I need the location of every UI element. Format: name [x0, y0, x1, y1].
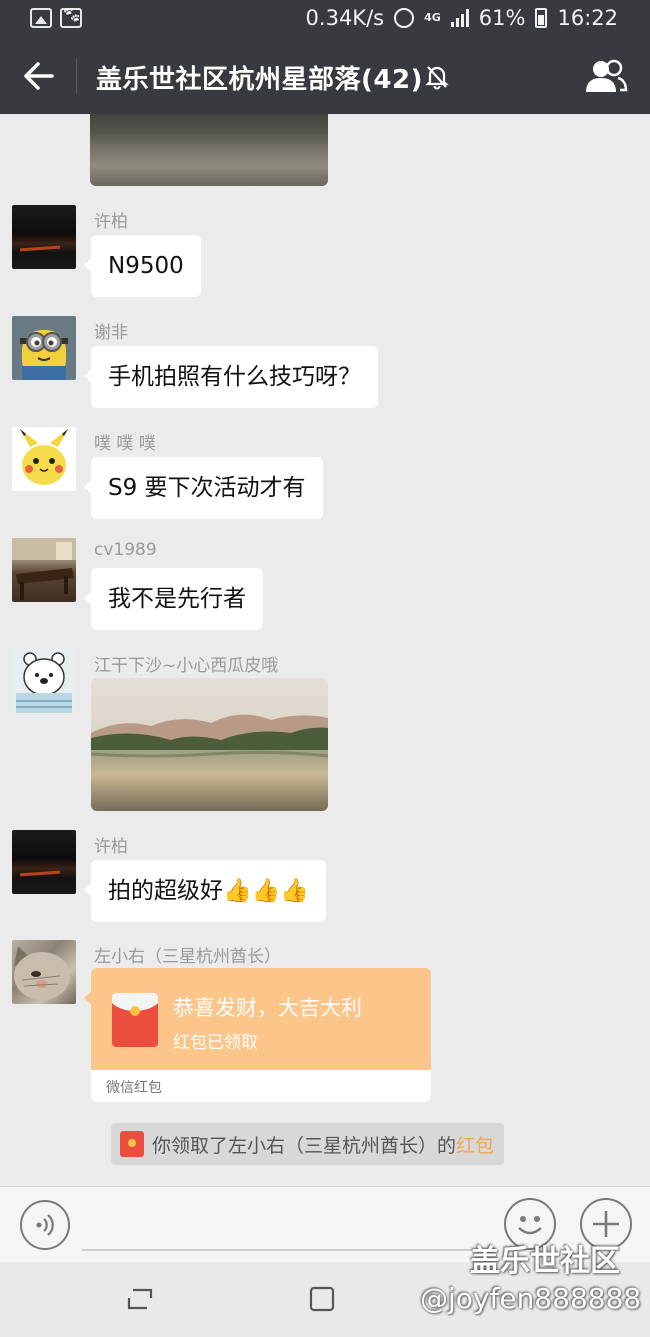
- alarm-icon: [394, 8, 415, 28]
- avatar[interactable]: [12, 649, 76, 713]
- header-divider: [76, 58, 77, 94]
- red-packet-card[interactable]: 恭喜发财，大吉大利 红包已领取 微信红包: [91, 968, 431, 1102]
- gallery-notification-icon: [30, 8, 52, 28]
- sender-name: 谢非: [94, 323, 128, 343]
- red-packet-footer: 微信红包: [106, 1080, 162, 1096]
- net-speed: 0.34K/s: [305, 6, 385, 30]
- sender-name: cv1989: [94, 540, 157, 560]
- voice-input-button[interactable]: [20, 1200, 70, 1250]
- avatar[interactable]: [12, 205, 76, 269]
- battery-icon: [535, 8, 548, 28]
- signal-icon: [450, 9, 469, 27]
- chat-title: 盖乐世社区杭州星部落(42): [96, 65, 423, 95]
- network-type: 4G: [424, 11, 441, 24]
- avatar[interactable]: [12, 830, 76, 894]
- watermark-title: 盖乐世社区: [470, 1244, 620, 1279]
- image-message[interactable]: [91, 678, 328, 811]
- avatar[interactable]: [12, 427, 76, 491]
- home-icon[interactable]: [308, 1285, 336, 1313]
- system-notice: 你领取了左小右（三星杭州酋长）的 红包: [111, 1123, 505, 1165]
- avatar[interactable]: [12, 316, 76, 380]
- sender-name: 江干下沙~小心西瓜皮哦: [94, 656, 279, 676]
- avatar[interactable]: [12, 538, 76, 602]
- clock: 16:22: [557, 6, 618, 30]
- back-arrow-icon[interactable]: [22, 58, 56, 94]
- voice-icon: [36, 1214, 54, 1236]
- message-bubble[interactable]: 我不是先行者: [84, 568, 263, 630]
- red-packet-link[interactable]: 红包: [456, 1131, 494, 1158]
- message-bubble[interactable]: 拍的超级好👍👍👍: [84, 860, 326, 922]
- sender-name: 许柏: [94, 837, 128, 857]
- red-packet-status: 红包已领取: [173, 1033, 258, 1053]
- red-envelope-icon: [112, 993, 158, 1047]
- battery-percent: 61%: [478, 6, 526, 30]
- sender-name: 许柏: [94, 212, 128, 232]
- baidu-notification-icon: [60, 8, 82, 28]
- message-bubble[interactable]: S9 要下次活动才有: [84, 457, 323, 519]
- status-bar: 0.34K/s 4G 61% 16:22: [0, 0, 650, 38]
- sender-name: 噗 噗 噗: [94, 434, 156, 454]
- watermark-handle: @joyfen888888: [420, 1282, 642, 1315]
- sender-name: 左小右（三星杭州酋长）: [94, 947, 281, 967]
- recent-apps-icon[interactable]: [125, 1286, 155, 1312]
- message-input[interactable]: [82, 1249, 492, 1251]
- avatar[interactable]: [12, 940, 76, 1004]
- chat-header: 盖乐世社区杭州星部落(42): [0, 38, 650, 114]
- message-bubble[interactable]: N9500: [84, 235, 201, 297]
- red-packet-greeting: 恭喜发财，大吉大利: [173, 996, 362, 1020]
- mute-bell-icon: [425, 66, 449, 90]
- red-envelope-icon: [120, 1131, 144, 1157]
- image-message[interactable]: [90, 114, 328, 186]
- notice-text: 你领取了左小右（三星杭州酋长）的: [152, 1134, 457, 1157]
- message-bubble[interactable]: 手机拍照有什么技巧呀？: [84, 346, 378, 408]
- group-members-icon[interactable]: [584, 58, 628, 94]
